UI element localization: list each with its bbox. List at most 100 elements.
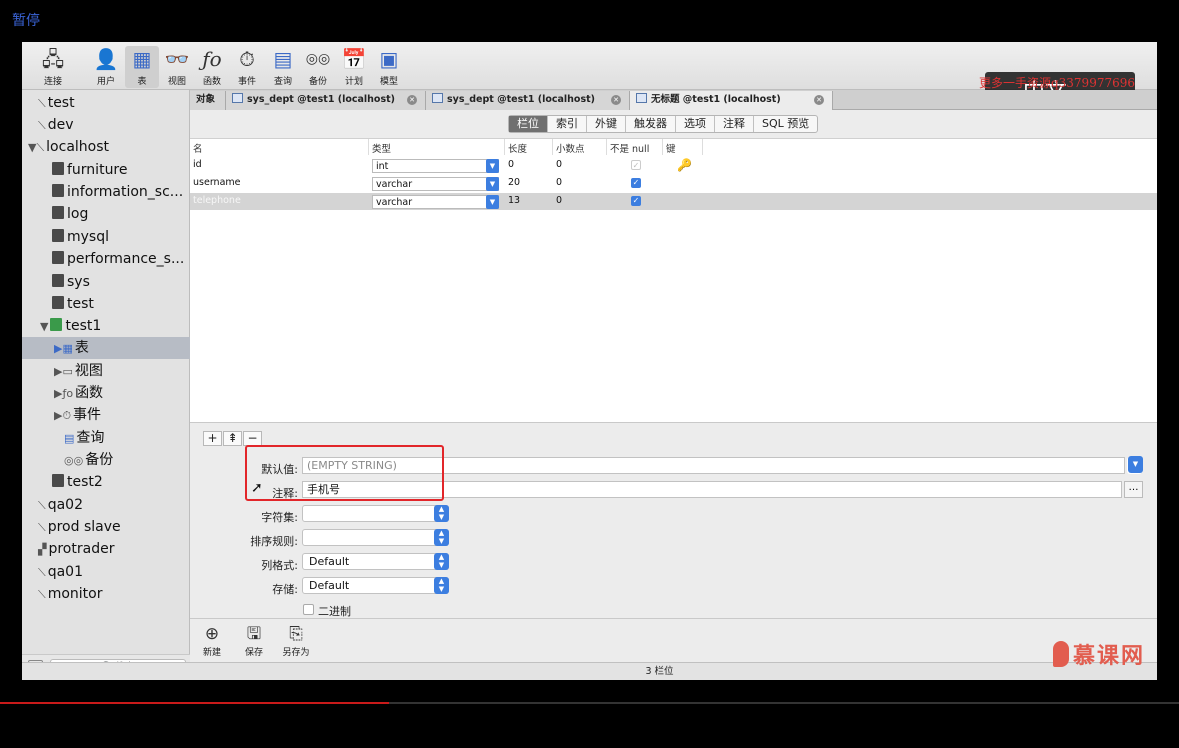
close-icon[interactable]: ✕	[407, 95, 417, 105]
storage-select[interactable]: Default ▲ ▼	[302, 577, 449, 594]
table-row[interactable]: username varchar ▼ 20 0 ✓	[190, 175, 1157, 192]
toolbar-model-button[interactable]: ▣ 模型	[372, 46, 406, 88]
table-row[interactable]: id int ▼ 0 0 ✓ 🔑	[190, 157, 1157, 174]
binary-checkbox[interactable]	[303, 604, 314, 615]
sidebar-item-queries[interactable]: ▤ 查询	[22, 427, 190, 449]
connection-icon: ▞	[38, 543, 47, 556]
field-length[interactable]: 13	[508, 195, 520, 206]
field-length[interactable]: 0	[508, 159, 514, 170]
field-name[interactable]: username	[193, 177, 241, 188]
sidebar-item-test1[interactable]: ▼ test1	[22, 315, 190, 337]
sidebar-item-monitor[interactable]: ⟍ monitor	[22, 583, 190, 605]
sidebar-item-qa02[interactable]: ⟍ qa02	[22, 494, 190, 516]
save-button[interactable]: 🖫 保存	[236, 625, 272, 658]
storage-label: 存储:	[272, 583, 298, 596]
chevron-updown-icon: ▲ ▼	[434, 505, 449, 522]
tab-indexes[interactable]: 索引	[548, 116, 587, 132]
tab-triggers[interactable]: 触发器	[626, 116, 676, 132]
tab-options[interactable]: 选项	[676, 116, 715, 132]
field-decimals[interactable]: 0	[556, 159, 562, 170]
field-decimals[interactable]: 0	[556, 195, 562, 206]
add-field-button[interactable]: +	[203, 431, 222, 446]
column-header-not-null: 不是 null	[610, 144, 650, 155]
field-count-text: 3 栏位	[645, 666, 674, 677]
not-null-checkbox[interactable]: ✓	[631, 178, 641, 188]
field-length[interactable]: 20	[508, 177, 520, 188]
charset-select[interactable]: ▲ ▼	[302, 505, 449, 522]
database-icon	[52, 229, 64, 242]
tab-untitled[interactable]: 无标题 @test1 (localhost) ✕	[630, 91, 833, 110]
more-options-button[interactable]: …	[1124, 481, 1143, 498]
column-format-select[interactable]: Default ▲ ▼	[302, 553, 449, 570]
sidebar-item-log[interactable]: log	[22, 203, 190, 225]
field-type-select[interactable]: varchar ▼	[372, 177, 499, 191]
tab-objects[interactable]: 对象	[190, 91, 226, 110]
table-icon: ▶▦	[54, 342, 73, 355]
sidebar-item-backups[interactable]: ◎◎ 备份	[22, 449, 190, 471]
sidebar-item-test2[interactable]: test2	[22, 471, 190, 493]
database-icon	[52, 184, 64, 197]
sidebar-item-performance-schema[interactable]: performance_s...	[22, 248, 190, 270]
tab-fields[interactable]: 栏位	[509, 116, 548, 132]
field-name[interactable]: telephone	[193, 195, 241, 206]
field-type-select[interactable]: varchar ▼	[372, 195, 499, 209]
pause-label[interactable]: 暂停	[12, 10, 40, 30]
sidebar-item-functions[interactable]: ▶ƒo 函数	[22, 382, 190, 404]
column-header-decimals: 小数点	[556, 144, 585, 155]
save-as-icon: ⎘	[289, 624, 303, 644]
sidebar-item-sys[interactable]: sys	[22, 271, 190, 293]
chevron-updown-icon: ▲ ▼	[434, 577, 449, 594]
database-icon	[52, 296, 64, 309]
delete-field-button[interactable]: −	[243, 431, 262, 446]
field-name[interactable]: id	[193, 159, 202, 170]
sidebar-item-test-db[interactable]: test	[22, 293, 190, 315]
tab-sys-dept-2[interactable]: sys_dept @test1 (localhost) ✕	[426, 91, 630, 110]
sidebar-item-qa01[interactable]: ⟍ qa01	[22, 561, 190, 583]
sidebar-item-events[interactable]: ▶⏱ 事件	[22, 404, 190, 426]
toolbar-backup-button[interactable]: ◎◎ 备份	[301, 46, 335, 88]
sidebar-item-views[interactable]: ▶▭ 视图	[22, 360, 190, 382]
database-icon	[52, 206, 64, 219]
toolbar-view-button[interactable]: 👓 视图	[160, 46, 194, 88]
toolbar-function-button[interactable]: ƒo 函数	[195, 46, 229, 88]
tab-sql-preview[interactable]: SQL 预览	[754, 116, 817, 132]
table-row[interactable]: telephone varchar ▼ 13 0 ✓	[190, 193, 1157, 210]
collation-select[interactable]: ▲ ▼	[302, 529, 449, 546]
table-icon: ▦	[132, 47, 152, 71]
chevron-down-icon: ▼	[486, 159, 499, 173]
designer-subtabs: 栏位 索引 外键 触发器 选项 注释 SQL 预览	[508, 115, 819, 133]
watermark-text: 更多一手资源q3379977696	[978, 76, 1135, 90]
video-progress-bar[interactable]	[0, 702, 1179, 704]
not-null-checkbox[interactable]: ✓	[631, 160, 641, 170]
sidebar-item-furniture[interactable]: furniture	[22, 159, 190, 181]
sidebar-item-protrader[interactable]: ▞ protrader	[22, 538, 190, 560]
save-as-button[interactable]: ⎘ 另存为	[278, 625, 314, 658]
tab-foreign-keys[interactable]: 外键	[587, 116, 626, 132]
tab-sys-dept-1[interactable]: sys_dept @test1 (localhost) ✕	[226, 91, 426, 110]
sidebar-item-tables[interactable]: ▶▦ 表	[22, 337, 190, 359]
toolbar-query-button[interactable]: ▤ 查询	[266, 46, 300, 88]
save-icon: 🖫	[246, 624, 262, 644]
not-null-checkbox[interactable]: ✓	[631, 196, 641, 206]
close-icon[interactable]: ✕	[814, 95, 824, 105]
toolbar-user-button[interactable]: 👤 用户	[89, 46, 123, 88]
toolbar-connect-button[interactable]: 🖧 连接	[36, 46, 70, 88]
sidebar-item-test[interactable]: ⟍ test	[22, 92, 190, 114]
expand-arrow-icon: ▼	[40, 320, 49, 333]
tab-bar: 对象 sys_dept @test1 (localhost) ✕ sys_dept…	[190, 90, 1157, 110]
insert-field-button[interactable]: ⇞	[223, 431, 242, 446]
sidebar-item-information-schema[interactable]: information_sc...	[22, 181, 190, 203]
new-button[interactable]: ⊕ 新建	[194, 625, 230, 658]
sidebar-item-prod-slave[interactable]: ⟍ prod slave	[22, 516, 190, 538]
toolbar-table-button[interactable]: ▦ 表	[125, 46, 159, 88]
field-decimals[interactable]: 0	[556, 177, 562, 188]
toolbar-schedule-button[interactable]: 📅 计划	[337, 46, 371, 88]
toolbar-event-button[interactable]: ⏱ 事件	[230, 46, 264, 88]
close-icon[interactable]: ✕	[611, 95, 621, 105]
default-value-dropdown[interactable]: ▼	[1127, 456, 1143, 474]
sidebar-item-localhost[interactable]: ▼⟍ localhost	[22, 136, 190, 158]
tab-comment[interactable]: 注释	[715, 116, 754, 132]
sidebar-item-mysql[interactable]: mysql	[22, 226, 190, 248]
sidebar-item-dev[interactable]: ⟍ dev	[22, 114, 190, 136]
field-type-select[interactable]: int ▼	[372, 159, 499, 173]
